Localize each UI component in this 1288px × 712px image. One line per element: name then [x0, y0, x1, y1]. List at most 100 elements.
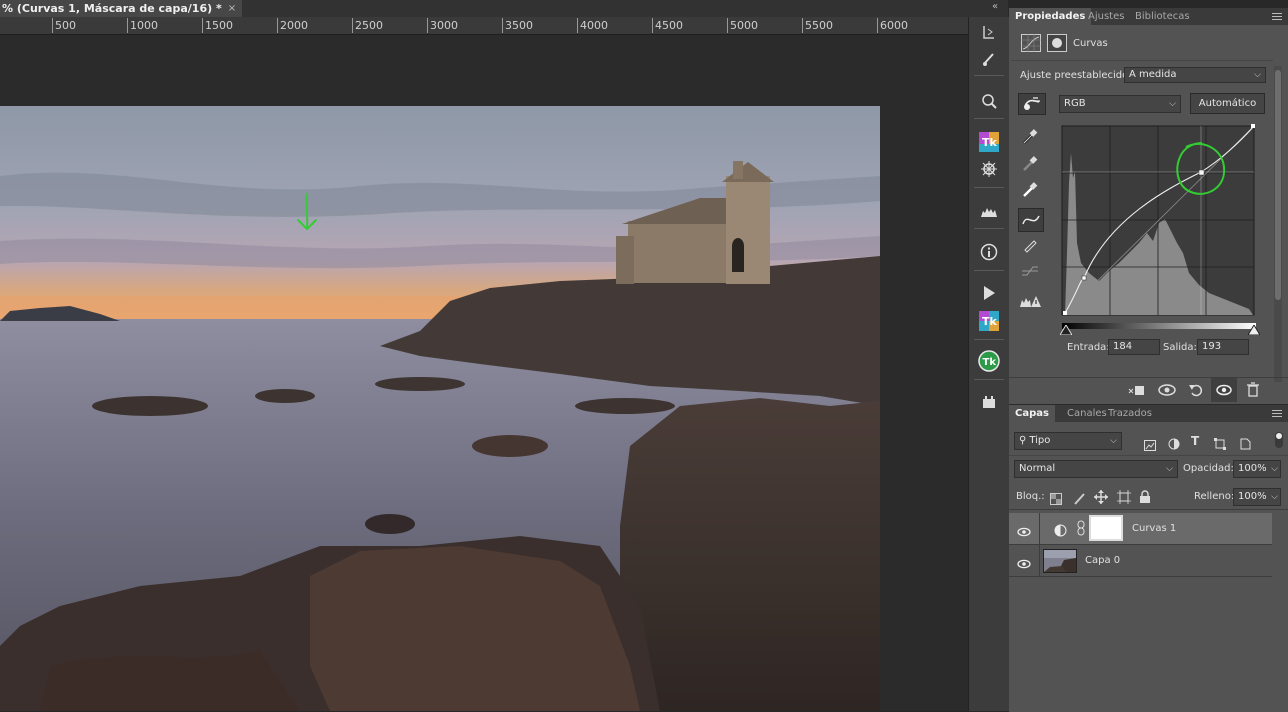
blend-mode-dropdown[interactable]: Normal ⌵	[1014, 460, 1178, 478]
adjust-icon[interactable]	[977, 89, 1001, 111]
annotation-circle-icon	[1172, 139, 1232, 205]
filter-type-icon[interactable]: T	[1191, 434, 1199, 448]
filter-toggle[interactable]	[1275, 432, 1283, 448]
opacity-label: Opacidad:	[1183, 463, 1234, 474]
filter-shape-icon[interactable]	[1214, 435, 1226, 454]
preset-dropdown[interactable]: A medida ⌵	[1124, 67, 1266, 83]
output-value-field[interactable]: 193	[1197, 339, 1249, 355]
tab-capas[interactable]: Capas	[1009, 405, 1055, 422]
panel-icon-strip: Tk Tk Tk	[968, 17, 1010, 711]
layer-filter-dropdown[interactable]: ⚲ Tipo ⌵	[1014, 432, 1122, 450]
tk-panel-2-icon[interactable]: Tk	[977, 310, 1001, 332]
chevron-down-icon: ⌵	[1110, 436, 1117, 446]
auto-button[interactable]: Automático	[1190, 93, 1265, 114]
helm-icon[interactable]	[977, 158, 1001, 180]
brush-settings-icon[interactable]	[977, 48, 1001, 70]
eye-icon[interactable]	[1017, 554, 1031, 573]
opacity-field[interactable]: 100% ⌵	[1233, 460, 1281, 478]
panel-menu-icon[interactable]	[1272, 13, 1282, 22]
tab-propiedades[interactable]: Propiedades	[1009, 8, 1092, 25]
divider	[974, 187, 1004, 188]
divider	[974, 75, 1004, 76]
chevron-down-icon: ⌵	[1271, 464, 1278, 474]
chevron-down-icon: ⌵	[1166, 464, 1173, 474]
scroll-thumb[interactable]	[1275, 70, 1281, 300]
layer-mask-icon[interactable]	[1047, 34, 1067, 56]
layer-name[interactable]: Capa 0	[1085, 555, 1120, 566]
black-eyedropper-icon[interactable]	[1018, 126, 1042, 148]
lock-position-icon[interactable]	[1094, 489, 1108, 508]
layer-mask-thumbnail[interactable]	[1089, 515, 1123, 541]
input-label: Entrada:	[1067, 342, 1110, 353]
properties-tab-bar: Propiedades Ajustes Bibliotecas	[1009, 8, 1288, 25]
ruler-label: 5000	[727, 18, 758, 33]
layer-thumbnail[interactable]	[1043, 549, 1077, 573]
tk-round-icon[interactable]: Tk	[977, 350, 1001, 372]
white-point-slider[interactable]	[1247, 320, 1261, 339]
chevron-down-icon: ⌵	[1271, 492, 1278, 502]
landscape-photo	[0, 106, 880, 711]
play-actions-icon[interactable]	[977, 282, 1001, 304]
collapse-icon[interactable]: «	[992, 1, 998, 12]
panel-menu-icon[interactable]	[1272, 410, 1282, 419]
white-eyedropper-icon[interactable]	[1018, 179, 1042, 201]
document-tab-title: % (Curvas 1, Máscara de capa/16) *	[2, 2, 222, 15]
lock-artboard-icon[interactable]	[1117, 489, 1131, 508]
tab-trazados[interactable]: Trazados	[1102, 405, 1158, 422]
eye-icon[interactable]	[1017, 522, 1031, 541]
ruler-label: 3500	[502, 18, 533, 33]
layer-name[interactable]: Curvas 1	[1132, 523, 1176, 534]
lock-all-icon[interactable]	[1139, 489, 1151, 508]
divider	[1009, 455, 1288, 456]
svg-text:Tk: Tk	[982, 315, 998, 328]
document-tab[interactable]: % (Curvas 1, Máscara de capa/16) * ×	[0, 0, 243, 17]
pencil-icon[interactable]	[1018, 234, 1042, 256]
tab-ajustes[interactable]: Ajustes	[1082, 8, 1130, 25]
layer-row-curvas-1[interactable]: Curvas 1	[1009, 513, 1272, 545]
annotation-arrow-icon	[297, 193, 317, 231]
divider	[1009, 377, 1288, 378]
input-value-field[interactable]: 184	[1108, 339, 1160, 355]
histogram-icon[interactable]	[977, 200, 1001, 222]
layers-tab-bar: Capas Canales Trazados	[1009, 405, 1288, 422]
lock-pixels-icon[interactable]	[1073, 490, 1086, 509]
chain-link-icon[interactable]	[1077, 520, 1085, 540]
delete-icon[interactable]	[1246, 382, 1260, 402]
divider	[974, 228, 1004, 229]
reset-icon[interactable]	[1188, 382, 1204, 401]
filter-adjustment-icon[interactable]	[1168, 435, 1180, 454]
black-point-slider[interactable]	[1059, 320, 1073, 339]
close-icon[interactable]: ×	[228, 1, 236, 16]
divider	[974, 339, 1004, 340]
view-previous-icon[interactable]	[1157, 382, 1177, 401]
tk-panel-icon[interactable]: Tk	[977, 131, 1001, 153]
gray-eyedropper-icon[interactable]	[1018, 153, 1042, 175]
properties-scrollbar[interactable]	[1274, 66, 1282, 382]
curve-points-icon[interactable]	[1018, 208, 1044, 232]
targeted-adjustment-icon[interactable]	[1018, 93, 1046, 115]
canvas-image[interactable]	[0, 106, 880, 711]
clip-to-layer-icon[interactable]	[1128, 382, 1146, 401]
filter-pixel-icon[interactable]	[1144, 436, 1156, 455]
history-icon[interactable]	[977, 21, 1001, 43]
panel-collapse-bar[interactable]: «	[968, 0, 1008, 17]
plugin-icon[interactable]	[977, 391, 1001, 413]
channel-dropdown[interactable]: RGB ⌵	[1059, 95, 1181, 113]
horizontal-ruler: 500 1000 1500 2000 2500 3000 3500 4000 4…	[0, 17, 968, 35]
info-icon[interactable]	[977, 241, 1001, 263]
fill-field[interactable]: 100% ⌵	[1233, 488, 1281, 506]
tab-bibliotecas[interactable]: Bibliotecas	[1129, 8, 1196, 25]
divider	[974, 379, 1004, 380]
chevron-down-icon: ⌵	[1254, 70, 1261, 80]
clipping-warning-icon[interactable]	[1018, 290, 1042, 312]
filter-smart-object-icon[interactable]	[1239, 435, 1251, 454]
smooth-curve-icon[interactable]	[1018, 260, 1042, 282]
lock-transparent-icon[interactable]	[1050, 490, 1062, 509]
layer-row-capa-0[interactable]: Capa 0	[1009, 545, 1272, 577]
search-icon: ⚲	[1019, 435, 1027, 446]
toggle-visibility-icon[interactable]	[1211, 378, 1237, 402]
divider	[1039, 513, 1040, 544]
ruler-label: 2000	[277, 18, 308, 33]
ruler-label: 6000	[877, 18, 908, 33]
ruler-label: 4500	[652, 18, 683, 33]
